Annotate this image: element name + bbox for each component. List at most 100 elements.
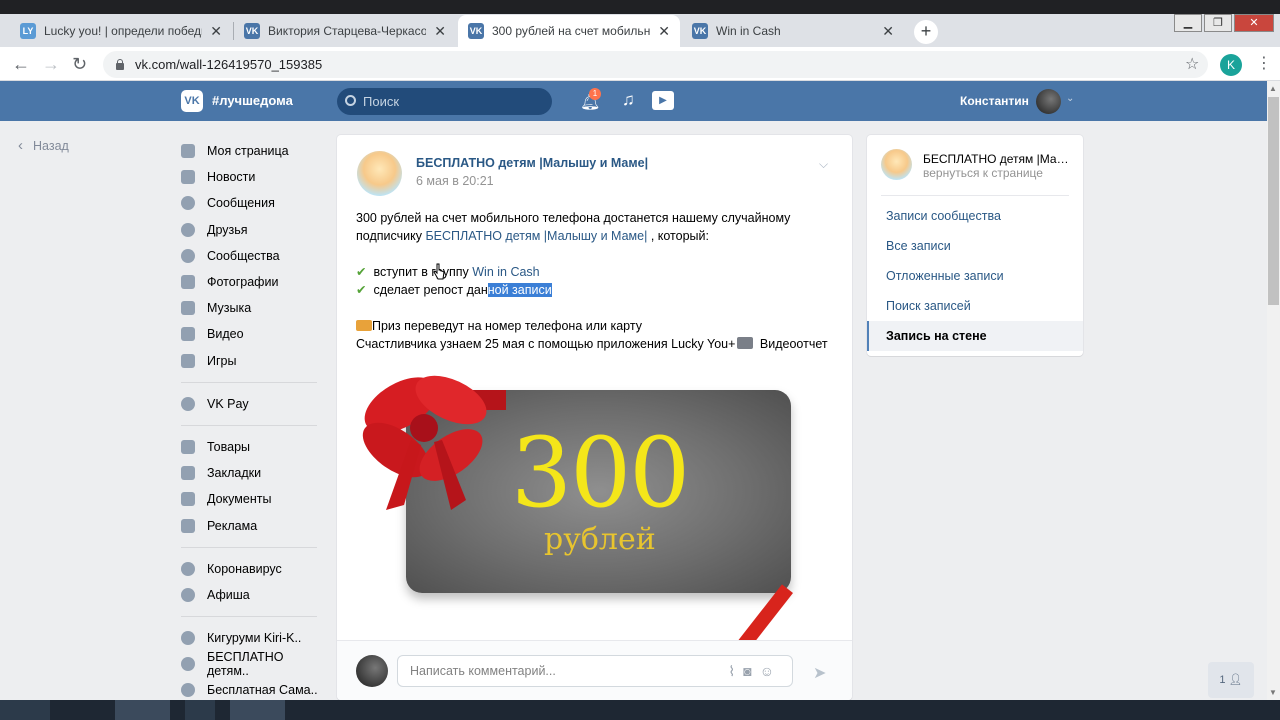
nav-postponed-posts[interactable]: Отложенные записи [867,261,1083,291]
menu-label: Друзья [207,222,248,237]
menu-item-my-page[interactable]: Моя страница [181,138,321,164]
bookmark-star-icon[interactable]: ☆ [1185,54,1199,74]
close-window-icon[interactable]: ✕ [1234,14,1274,32]
post-author-avatar[interactable] [357,151,402,196]
menu-item-messages[interactable]: Сообщения [181,190,321,216]
close-tab-icon[interactable]: ✕ [210,23,222,40]
post-line: Счастливчика узнаем 25 мая с помощью при… [356,335,836,353]
maximize-icon[interactable]: ❐ [1204,14,1232,32]
post-line: подписчику БЕСПЛАТНО детям |Малышу и Мам… [356,227,836,245]
browser-menu-icon[interactable]: ⋮ [1256,53,1272,73]
lock-icon [115,59,125,70]
taskbar-app[interactable] [185,700,215,720]
scroll-down-icon[interactable]: ▼ [1269,688,1277,697]
menu-label: Закладки [207,466,262,481]
vk-logo-icon[interactable]: VK [181,90,203,112]
text-span: Видеоотчет [756,337,828,351]
post-menu-chevron-icon[interactable]: ⌵ [819,157,828,172]
tab-win-in-cash[interactable]: VK Win in Cash ✕ [682,15,904,47]
close-tab-icon[interactable]: ✕ [882,23,894,40]
lucky-you-favicon-icon: LY [20,23,36,39]
start-button[interactable] [0,700,50,720]
delivery-truck-icon [356,320,372,331]
forward-arrow-icon[interactable]: → [42,54,60,75]
menu-item-goods[interactable]: Товары [181,434,321,460]
tab-title: Win in Cash [716,24,781,38]
header-hashtag[interactable]: #лучшедома [212,93,293,108]
comment-input[interactable]: Написать комментарий... ⌇◙☺ [397,655,793,687]
taskbar-app[interactable] [115,700,170,720]
taskbar-app[interactable] [230,700,285,720]
user-avatar[interactable] [1036,89,1061,114]
post-author-name[interactable]: БЕСПЛАТНО детям |Малышу и Маме| [416,156,648,170]
close-tab-icon[interactable]: ✕ [434,23,446,40]
menu-item-group-free-kids[interactable]: БЕСПЛАТНО детям.. [181,650,321,678]
back-arrow-icon[interactable]: ← [12,54,30,75]
send-icon[interactable]: ➤ [813,663,826,683]
user-name[interactable]: Константин [960,94,1029,108]
tab-lucky-you[interactable]: LY Lucky you! | определи победите ✕ [10,15,232,47]
tab-active-post[interactable]: VK 300 рублей на счет мобильного ✕ [458,15,680,47]
friends-online-button[interactable]: 1 👤︎ [1208,662,1254,698]
new-tab-button[interactable]: + [914,20,938,44]
text-span: подписчику [356,229,426,243]
menu-item-news[interactable]: Новости [181,164,321,190]
post-line: ✔ сделает репост данной записи [356,281,836,299]
url-field[interactable]: vk.com/wall-126419570_159385 [103,51,1208,78]
minimize-icon[interactable]: ▁ [1174,14,1202,32]
nav-search-posts[interactable]: Поиск записей [867,291,1083,321]
group-mention-link[interactable]: БЕСПЛАТНО детям |Малышу и Маме| [425,229,647,243]
return-to-page-link[interactable]: вернуться к странице [923,166,1043,180]
menu-item-ads[interactable]: Реклама [181,512,321,538]
notifications-bell-icon[interactable]: 🔔︎ 1 [580,88,601,112]
menu-item-bookmarks[interactable]: Закладки [181,460,321,486]
chevron-down-icon[interactable]: ⌄ [1066,93,1074,104]
music-icon[interactable]: ♫ [622,90,635,110]
page-scrollbar[interactable]: ▲ ▼ [1267,81,1280,700]
menu-item-documents[interactable]: Документы [181,486,321,512]
camera-icon[interactable]: ◙ [743,663,759,679]
gift-card-amount: 300 [511,417,690,529]
friends-count: 1 [1219,674,1226,686]
menu-divider [181,546,317,548]
commenter-avatar[interactable] [356,655,388,687]
menu-item-video[interactable]: Видео [181,321,321,347]
browser-profile-avatar[interactable]: K [1220,54,1242,76]
menu-item-coronavirus[interactable]: Коронавирус [181,556,321,582]
text-span: вступит в группу [373,265,473,279]
vk-pay-icon [181,396,195,411]
smiley-icon[interactable]: ☺ [760,663,782,679]
scroll-thumb[interactable] [1268,97,1279,305]
menu-label: Коронавирус [207,561,282,576]
post-date[interactable]: 6 мая в 20:21 [416,174,494,188]
menu-item-vkpay[interactable]: VK Pay [181,391,321,417]
back-link[interactable]: ‹ Назад [18,137,69,154]
menu-item-games[interactable]: Игры [181,348,321,374]
vk-favicon-icon: VK [692,23,708,39]
scroll-up-icon[interactable]: ▲ [1269,84,1277,93]
menu-label: Видео [207,327,244,342]
post-line: ✔ вступит в группу Win in Cash [356,263,836,281]
play-icon[interactable]: ▶ [652,91,674,110]
paperclip-icon[interactable]: ⌇ [728,663,743,679]
post-image[interactable]: 300 рублей [356,360,836,688]
menu-item-photos[interactable]: Фотографии [181,269,321,295]
tab-viktoria[interactable]: VK Виктория Старцева-Черкасова ✕ [234,15,456,47]
reload-icon[interactable]: ↻ [72,54,87,75]
win-in-cash-link[interactable]: Win in Cash [472,265,539,279]
close-tab-icon[interactable]: ✕ [658,23,670,40]
nav-wall-post-active[interactable]: Запись на стене [867,321,1083,351]
search-input[interactable]: Поиск [337,88,552,115]
nav-all-posts[interactable]: Все записи [867,231,1083,261]
nav-community-posts[interactable]: Записи сообщества [867,201,1083,231]
menu-item-friends[interactable]: Друзья [181,217,321,243]
group-name[interactable]: БЕСПЛАТНО детям |Малышу и Маме| [923,152,1071,166]
menu-item-communities[interactable]: Сообщества [181,243,321,269]
menu-item-afisha[interactable]: Афиша [181,582,321,608]
star-icon [181,466,195,481]
menu-item-group-kigurumi[interactable]: Кигуруми Kiri-K.. [181,625,321,651]
menu-item-music[interactable]: Музыка [181,295,321,321]
group-avatar[interactable] [881,149,912,180]
virus-icon [181,561,195,576]
menu-label: Афиша [207,587,250,602]
